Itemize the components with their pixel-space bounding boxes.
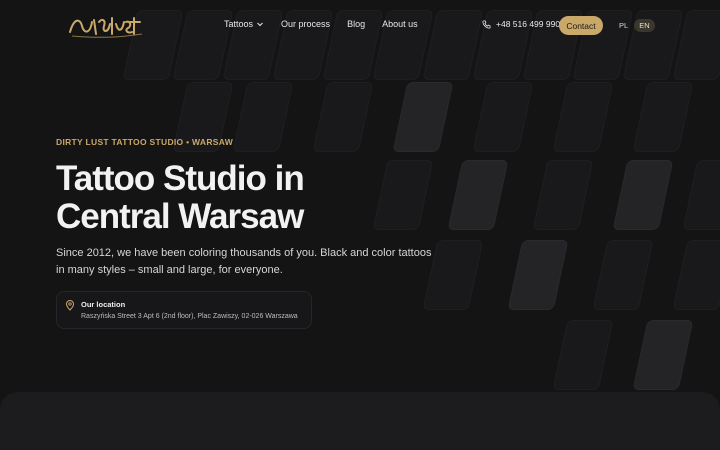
location-address: Raszyńska Street 3 Apt 6 (2nd floor), Pl… [81, 313, 298, 320]
main-nav: Tattoos Our process Blog About us [224, 19, 435, 29]
lang-option-pl[interactable]: PL [617, 19, 630, 32]
nav-item-label: Our process [281, 19, 331, 29]
lang-option-en[interactable]: EN [634, 19, 655, 32]
hero-subtitle: Since 2012, we have been coloring thousa… [56, 247, 432, 276]
site-header: Tattoos Our process Blog About us +48 51… [0, 0, 720, 52]
chevron-down-icon [257, 22, 263, 27]
hero-eyebrow: DIRTY LUST TATTOO STUDIO • WARSAW [56, 137, 234, 147]
next-section-panel [0, 392, 720, 450]
map-pin-icon [65, 300, 75, 311]
nav-item-blog[interactable]: Blog [347, 19, 365, 29]
page-title: Tattoo Studio in Central Warsaw [56, 159, 305, 236]
location-card[interactable]: Our location Raszyńska Street 3 Apt 6 (2… [56, 291, 312, 329]
phone-link[interactable]: +48 516 499 990 [482, 19, 560, 29]
nav-item-tattoos[interactable]: Tattoos [224, 19, 264, 29]
nav-item-our-process[interactable]: Our process [281, 19, 330, 29]
contact-button[interactable]: Contact [559, 16, 603, 35]
phone-number: +48 516 499 990 [496, 19, 561, 29]
brand-logo[interactable] [66, 12, 146, 40]
nav-item-label: About us [382, 19, 418, 29]
nav-item-label: Tattoos [224, 19, 254, 29]
phone-icon [482, 19, 491, 29]
nav-item-about-us[interactable]: About us [382, 19, 418, 29]
location-label: Our location [81, 300, 126, 309]
language-switcher: PL EN [617, 19, 655, 32]
nav-item-label: Blog [347, 19, 366, 29]
logo-mark-icon [69, 17, 143, 38]
